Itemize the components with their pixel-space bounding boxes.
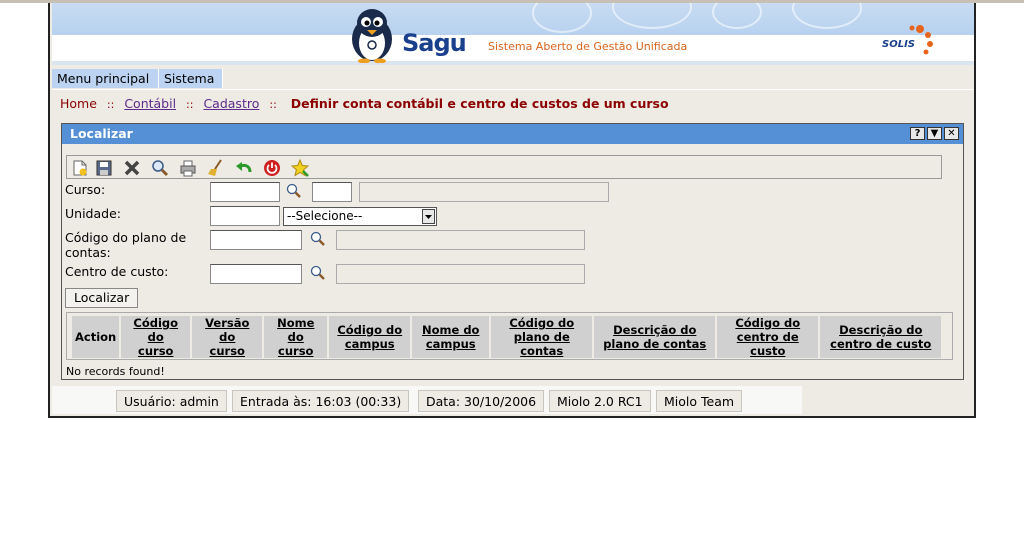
status-entry-time: Entrada às: 16:03 (00:33): [232, 390, 410, 412]
header-banner: Sagu Sistema Aberto de Gestão Unificada …: [52, 3, 974, 65]
curso-code-input[interactable]: [210, 182, 280, 202]
codigo-plano-lookup-icon[interactable]: [309, 230, 327, 248]
codigo-plano-label-line2: contas:: [65, 245, 111, 260]
codigo-plano-input[interactable]: [210, 230, 302, 250]
panel-title: Localizar: [70, 126, 133, 141]
logo-text: Sagu: [402, 29, 467, 57]
column-header-nome-curso[interactable]: Nome do curso: [264, 316, 328, 358]
breadcrumb-cadastro[interactable]: Cadastro: [203, 96, 259, 111]
app-subtitle: Sistema Aberto de Gestão Unificada: [488, 40, 688, 53]
menu-item-sistema[interactable]: Sistema: [159, 69, 223, 88]
centro-custo-description-field: [336, 264, 585, 284]
exit-power-icon[interactable]: [263, 159, 281, 177]
penguin-mascot-icon: [352, 9, 392, 63]
breadcrumb-separator: ::: [269, 98, 277, 111]
breadcrumb: Home :: Contábil :: Cadastro :: Definir …: [60, 96, 669, 111]
clear-broom-icon[interactable]: [207, 159, 225, 177]
column-header-nome-campus[interactable]: Nome do campus: [412, 316, 490, 358]
banner-strip: [52, 61, 974, 65]
solis-logo-text: SOLIS: [882, 39, 915, 50]
back-arrow-icon[interactable]: [235, 159, 253, 177]
codigo-plano-description-field: [336, 230, 585, 250]
minimize-button[interactable]: ▼: [927, 127, 942, 140]
close-button[interactable]: ✕: [944, 127, 959, 140]
column-header-codigo-centro[interactable]: Código do centro de custo: [717, 316, 819, 358]
column-header-descricao-plano[interactable]: Descrição do plano de contas: [594, 316, 716, 358]
breadcrumb-separator: ::: [106, 98, 115, 111]
column-header-action: Action: [72, 316, 120, 358]
help-button[interactable]: ?: [910, 127, 925, 140]
column-header-codigo-curso[interactable]: Código do curso: [121, 316, 191, 358]
breadcrumb-separator: ::: [186, 98, 194, 111]
save-icon[interactable]: [95, 159, 113, 177]
favorite-star-icon[interactable]: [291, 159, 309, 177]
menu-item-principal[interactable]: Menu principal: [52, 69, 159, 88]
column-header-codigo-campus[interactable]: Código do campus: [329, 316, 411, 358]
centro-custo-label: Centro de custo:: [65, 264, 169, 279]
toolbar: [66, 155, 942, 179]
localizar-button[interactable]: Localizar: [65, 288, 139, 308]
print-icon[interactable]: [179, 159, 197, 177]
search-panel: Localizar ? ▼ ✕ Curso: Unidade: --Seleci…: [61, 123, 964, 380]
curso-label: Curso:: [65, 182, 106, 197]
breadcrumb-contabil[interactable]: Contábil: [124, 96, 176, 111]
empty-message: No records found!: [66, 365, 165, 378]
app-frame: Sagu Sistema Aberto de Gestão Unificada …: [48, 3, 976, 418]
chevron-down-icon: [422, 209, 435, 224]
column-header-descricao-centro[interactable]: Descrição do centro de custo: [820, 316, 942, 358]
results-grid: Action Código do curso Versão do curso Nom…: [66, 312, 953, 360]
unidade-input[interactable]: [210, 206, 280, 226]
column-header-codigo-plano[interactable]: Código do plano de contas: [491, 316, 593, 358]
curso-lookup-icon[interactable]: [285, 182, 303, 200]
column-header-versao-curso[interactable]: Versão do curso: [192, 316, 263, 358]
unidade-label: Unidade:: [65, 206, 121, 221]
breadcrumb-home[interactable]: Home: [60, 96, 97, 111]
search-icon[interactable]: [151, 159, 169, 177]
panel-title-bar: Localizar ? ▼ ✕: [62, 124, 963, 144]
codigo-plano-label-line1: Código do plano de: [65, 230, 187, 245]
status-version: Miolo 2.0 RC1: [549, 390, 651, 412]
codigo-plano-label: Código do plano de contas:: [65, 230, 186, 260]
new-document-icon[interactable]: [71, 159, 89, 177]
centro-custo-lookup-icon[interactable]: [309, 264, 327, 282]
status-user: Usuário: admin: [116, 390, 227, 412]
status-team: Miolo Team: [656, 390, 743, 412]
window-buttons: ? ▼ ✕: [910, 127, 959, 140]
status-bar: Usuário: admin Entrada às: 16:03 (00:33)…: [52, 386, 802, 414]
delete-icon[interactable]: [123, 159, 141, 177]
unidade-select[interactable]: --Selecione--: [283, 207, 437, 226]
menu-bar: Menu principal Sistema: [52, 69, 974, 89]
unidade-select-value: --Selecione--: [287, 209, 363, 223]
curso-version-input[interactable]: [312, 182, 352, 202]
results-table: Action Código do curso Versão do curso Nom…: [70, 316, 943, 358]
centro-custo-input[interactable]: [210, 264, 302, 284]
status-date: Data: 30/10/2006: [418, 390, 545, 412]
curso-name-field: [359, 182, 609, 202]
page-title: Definir conta contábil e centro de custo…: [290, 96, 669, 111]
divider: [52, 89, 974, 90]
